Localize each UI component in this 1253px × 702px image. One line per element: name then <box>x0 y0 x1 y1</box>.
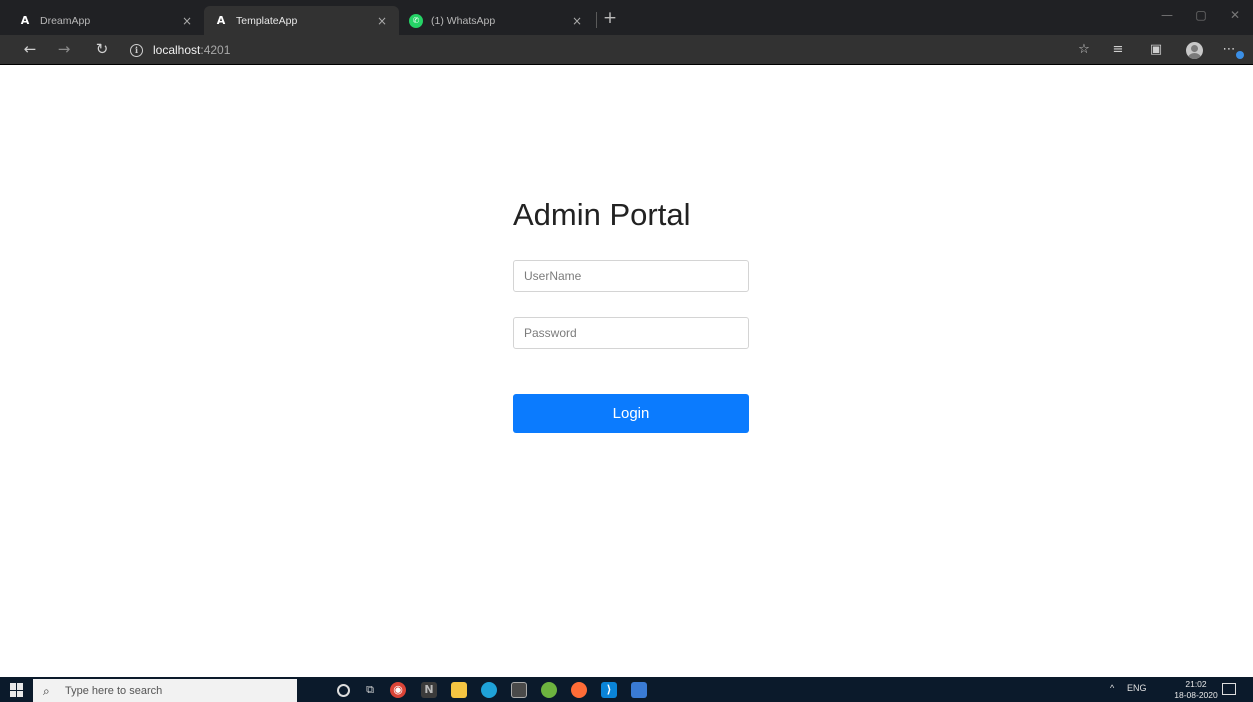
tab-label: TemplateApp <box>236 14 298 27</box>
page-title: Admin Portal <box>513 197 691 232</box>
tab-dreamapp[interactable]: A DreamApp × <box>8 6 204 35</box>
spring-tools-icon[interactable] <box>541 682 557 698</box>
password-input[interactable] <box>513 317 749 349</box>
clock-time: 21:02 <box>1185 679 1207 689</box>
edge-icon[interactable] <box>481 682 497 698</box>
taskbar-clock[interactable]: 21:02 18-08-2020 <box>1168 679 1224 701</box>
profile-avatar[interactable] <box>1186 42 1203 59</box>
taskbar-search-box[interactable]: ⌕ Type here to search <box>33 679 297 702</box>
vscode-icon[interactable]: ⟩ <box>601 682 617 698</box>
chrome-icon[interactable]: ◉ <box>390 682 406 698</box>
tab-close-icon[interactable]: × <box>570 14 584 28</box>
url-port: :4201 <box>200 43 231 57</box>
postman-icon[interactable] <box>571 682 587 698</box>
username-input[interactable] <box>513 260 749 292</box>
maximize-button[interactable]: ▢ <box>1184 6 1218 28</box>
forward-button[interactable]: → <box>53 39 75 61</box>
new-tab-button[interactable]: + <box>600 9 620 29</box>
windows-taskbar: ⌕ Type here to search ⧉ ◉ N ⟩ ^ ENG 21:0… <box>0 677 1253 702</box>
favorite-star-icon[interactable]: ☆ <box>1074 40 1094 60</box>
site-info-icon[interactable]: i <box>130 43 143 57</box>
login-button[interactable]: Login <box>513 394 749 433</box>
clock-date: 18-08-2020 <box>1174 690 1218 700</box>
notion-icon[interactable]: N <box>421 682 437 698</box>
tray-chevron-icon[interactable]: ^ <box>1110 683 1114 693</box>
angular-icon: A <box>20 14 30 27</box>
address-bar[interactable]: i localhost:4201 <box>130 39 1070 61</box>
cortana-icon[interactable] <box>337 684 350 697</box>
refresh-button[interactable]: ↻ <box>91 39 113 61</box>
windows-start-icon[interactable] <box>10 683 24 697</box>
tab-close-icon[interactable]: × <box>180 14 194 28</box>
search-icon: ⌕ <box>43 683 50 698</box>
close-window-button[interactable]: ✕ <box>1218 6 1252 28</box>
angular-icon: A <box>216 14 226 27</box>
task-view-icon[interactable]: ⧉ <box>362 682 378 698</box>
tab-label: (1) WhatsApp <box>431 14 496 27</box>
tab-label: DreamApp <box>40 14 91 27</box>
browser-toolbar: ← → ↻ i localhost:4201 ☆ ≡ ▣ ⋯ <box>0 35 1253 65</box>
minimize-button[interactable]: — <box>1150 6 1184 28</box>
browser-tab-strip: A DreamApp × A TemplateApp × ✆ (1) Whats… <box>0 0 1253 35</box>
back-button[interactable]: ← <box>19 39 41 61</box>
terminal-icon[interactable] <box>511 682 527 698</box>
tray-language[interactable]: ENG <box>1127 683 1147 693</box>
azure-data-studio-icon[interactable] <box>631 682 647 698</box>
search-placeholder: Type here to search <box>65 684 163 697</box>
file-explorer-icon[interactable] <box>451 682 467 698</box>
favorites-icon[interactable]: ≡ <box>1108 40 1128 60</box>
tab-templateapp[interactable]: A TemplateApp × <box>204 6 399 35</box>
update-badge <box>1236 51 1244 59</box>
tab-divider <box>596 12 597 28</box>
notification-icon[interactable] <box>1222 683 1236 695</box>
whatsapp-icon: ✆ <box>409 13 423 28</box>
tab-close-icon[interactable]: × <box>375 14 389 28</box>
collections-icon[interactable]: ▣ <box>1146 40 1166 60</box>
tab-whatsapp[interactable]: ✆ (1) WhatsApp × <box>399 6 594 35</box>
url-host: localhost <box>153 43 201 57</box>
